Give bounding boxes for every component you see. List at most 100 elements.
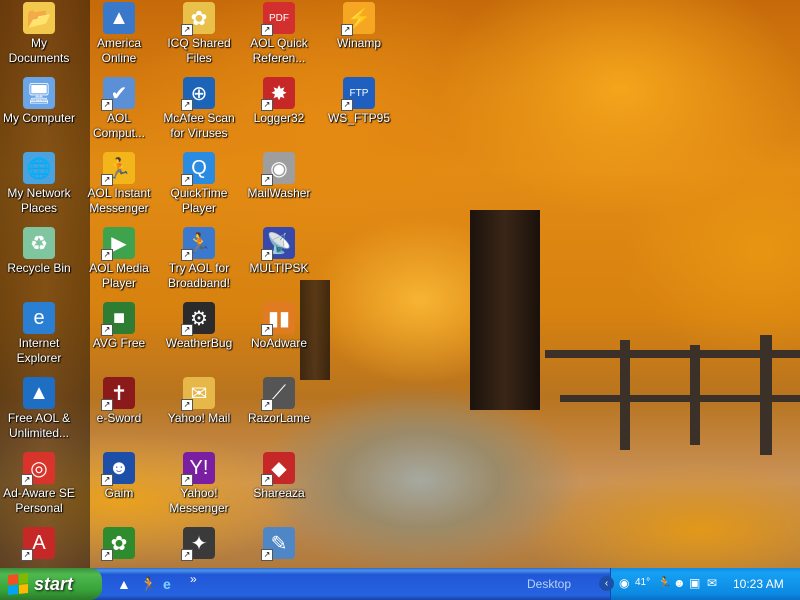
- desktop-icon-label: Free AOL & Unlimited...: [7, 411, 71, 440]
- desktop-icon[interactable]: ▮▮ ↗ NoAdware: [240, 302, 318, 351]
- bible-icon: ✝ ↗: [101, 377, 135, 411]
- desktop-icon[interactable]: ✉ ↗ Yahoo! Mail: [160, 377, 238, 426]
- shortcut-arrow-icon: ↗: [21, 549, 33, 561]
- desktop-icon[interactable]: 🏃 ↗ AOL Instant Messenger: [80, 152, 158, 216]
- desktop-icon-label: WS_FTP95: [327, 111, 390, 125]
- ad-aware-icon: ◎ ↗: [21, 452, 55, 486]
- desktop-icon[interactable]: 🏃 ↗ Try AOL for Broadband!: [160, 227, 238, 291]
- desktop-icon-label: America Online: [96, 36, 141, 65]
- shortcut-arrow-icon: ↗: [261, 474, 273, 486]
- desktop-icon[interactable]: ♻ Recycle Bin: [0, 227, 78, 276]
- avg-icon: ■ ↗: [101, 302, 135, 336]
- desktop-icon[interactable]: ⊕ ↗ McAfee Scan for Viruses: [160, 77, 238, 141]
- desktop-icon[interactable]: ◎ ↗ Ad-Aware SE Personal: [0, 452, 78, 516]
- shortcut-arrow-icon: ↗: [181, 99, 193, 111]
- desktop-icon-label: Shareaza: [253, 486, 305, 500]
- desktop-icon[interactable]: 🖥 My Computer: [0, 77, 78, 126]
- desktop-icon[interactable]: ■ ↗ AVG Free: [80, 302, 158, 351]
- desktop-icon[interactable]: 🌐 My Network Places: [0, 152, 78, 216]
- shortcut-arrow-icon: ↗: [261, 399, 273, 411]
- network-icon: 🌐: [23, 152, 55, 184]
- quicktime-icon: Q ↗: [181, 152, 215, 186]
- desktop-icon[interactable]: 📂 My Documents: [0, 2, 78, 66]
- shortcut-arrow-icon: ↗: [101, 174, 113, 186]
- desktop-icon-label: My Computer: [2, 111, 76, 125]
- desktop-icon[interactable]: Q ↗ QuickTime Player: [160, 152, 238, 216]
- start-label: start: [34, 573, 74, 594]
- desktop-icon[interactable]: ✿ ↗ ICQ Shared Files: [160, 2, 238, 66]
- desktop-icon-label: AOL Quick Referen...: [250, 36, 308, 65]
- yahoo-mail-icon: ✉ ↗: [181, 377, 215, 411]
- desktop-icon-label: AOL Instant Messenger: [87, 186, 151, 215]
- shortcut-arrow-icon: ↗: [181, 324, 193, 336]
- ie-quicklaunch-icon[interactable]: e: [163, 576, 171, 592]
- desktop-icon[interactable]: Y! ↗ Yahoo! Messenger: [160, 452, 238, 516]
- adobe-reader-icon: A ↗: [21, 527, 55, 561]
- desktop-icon[interactable]: ◉ ↗ MailWasher: [240, 152, 318, 201]
- desktop-icon[interactable]: A ↗: [0, 527, 78, 561]
- desktop-icon[interactable]: ▶ ↗ AOL Media Player: [80, 227, 158, 291]
- desktop-icon-label: AOL Media Player: [89, 261, 149, 290]
- shortcut-arrow-icon: ↗: [101, 399, 113, 411]
- desktop-icon-label: My Network Places: [7, 186, 71, 215]
- shortcut-arrow-icon: ↗: [261, 174, 273, 186]
- tray-expand-icon[interactable]: ‹: [599, 576, 614, 591]
- icq-shared-files-icon: ✿ ↗: [181, 2, 215, 36]
- desktop-icon[interactable]: ▲ Free AOL & Unlimited...: [0, 377, 78, 441]
- desktop-icon[interactable]: ▲ America Online: [80, 2, 158, 66]
- desktop-icon-label: Recycle Bin: [7, 261, 71, 275]
- shortcut-arrow-icon: ↗: [101, 549, 113, 561]
- desktop-icon[interactable]: ✝ ↗ e-Sword: [80, 377, 158, 426]
- desktop-icon[interactable]: ✎ ↗: [240, 527, 318, 561]
- desktop-icon[interactable]: e Internet Explorer: [0, 302, 78, 366]
- desktop-icon[interactable]: ✸ ↗ Logger32: [240, 77, 318, 126]
- desktop-icon[interactable]: ☻ ↗ Gaim: [80, 452, 158, 501]
- desktop-icon-label: Try AOL for Broadband!: [167, 261, 231, 290]
- shortcut-arrow-icon: ↗: [101, 474, 113, 486]
- quicklaunch-chevron-icon[interactable]: »: [190, 572, 197, 586]
- tray-aim-icon[interactable]: 🏃: [657, 576, 672, 590]
- tray-mail-icon[interactable]: ✉: [707, 576, 717, 590]
- tray-network-icon[interactable]: ◉: [619, 576, 629, 590]
- tray-monitor-icon[interactable]: ▣: [689, 576, 700, 590]
- tray-messenger-icon[interactable]: ☻: [673, 576, 686, 590]
- tray-weather-icon[interactable]: 41°: [635, 577, 650, 588]
- desktop-icon[interactable]: FTP ↗ WS_FTP95: [320, 77, 398, 126]
- desktop-icon-label: NoAdware: [250, 336, 308, 350]
- razorlame-icon: ⟋ ↗: [261, 377, 295, 411]
- pdf-document-icon: PDF ↗: [261, 2, 295, 36]
- aol-broadband-icon: 🏃 ↗: [181, 227, 215, 261]
- desktop-icon[interactable]: ⟋ ↗ RazorLame: [240, 377, 318, 426]
- desktop-icon[interactable]: ◆ ↗ Shareaza: [240, 452, 318, 501]
- desktop-icon[interactable]: ⚡ ↗ Winamp: [320, 2, 398, 51]
- desktop-icon-label: AOL Comput...: [92, 111, 146, 140]
- desktop-icon[interactable]: PDF ↗ AOL Quick Referen...: [240, 2, 318, 66]
- taskbar-clock[interactable]: 10:23 AM: [733, 577, 784, 591]
- wallpaper-fence-post: [690, 345, 700, 445]
- desktop-icon-label: AVG Free: [92, 336, 146, 350]
- desktop-icon[interactable]: ✔ ↗ AOL Comput...: [80, 77, 158, 141]
- start-button[interactable]: start: [0, 568, 102, 600]
- shortcut-arrow-icon: ↗: [261, 24, 273, 36]
- desktop-icon[interactable]: ⚙ ↗ WeatherBug: [160, 302, 238, 351]
- desktop-icon-label: ICQ Shared Files: [167, 36, 231, 65]
- noadware-icon: ▮▮ ↗: [261, 302, 295, 336]
- icq-pro-icon: ✿ ↗: [101, 527, 135, 561]
- shortcut-arrow-icon: ↗: [261, 549, 273, 561]
- desktop-icon[interactable]: 📡 ↗ MULTIPSK: [240, 227, 318, 276]
- desktop-toolbar-label[interactable]: Desktop: [527, 577, 571, 591]
- winamp-icon: ⚡ ↗: [341, 2, 375, 36]
- shortcut-arrow-icon: ↗: [261, 324, 273, 336]
- mcafee-scan-icon: ⊕ ↗: [181, 77, 215, 111]
- taskbar: start ▲ 🏃 e » Desktop ‹ ◉ 41° 🏃 ☻ ▣ ✉ 10…: [0, 568, 800, 600]
- desktop-icon[interactable]: ✦ ↗: [160, 527, 238, 561]
- desktop-icon[interactable]: ✿ ↗: [80, 527, 158, 561]
- aol-computer-check-icon: ✔ ↗: [101, 77, 135, 111]
- aol-icon: ▲: [103, 2, 135, 34]
- recycle-bin-icon: ♻: [23, 227, 55, 259]
- weatherbug-icon: ⚙ ↗: [181, 302, 215, 336]
- aim-quicklaunch-icon[interactable]: 🏃: [140, 576, 157, 593]
- wallpaper-fence-post: [620, 340, 630, 450]
- aol-quicklaunch-icon[interactable]: ▲: [117, 576, 131, 592]
- desktop-icon-label: MailWasher: [247, 186, 311, 200]
